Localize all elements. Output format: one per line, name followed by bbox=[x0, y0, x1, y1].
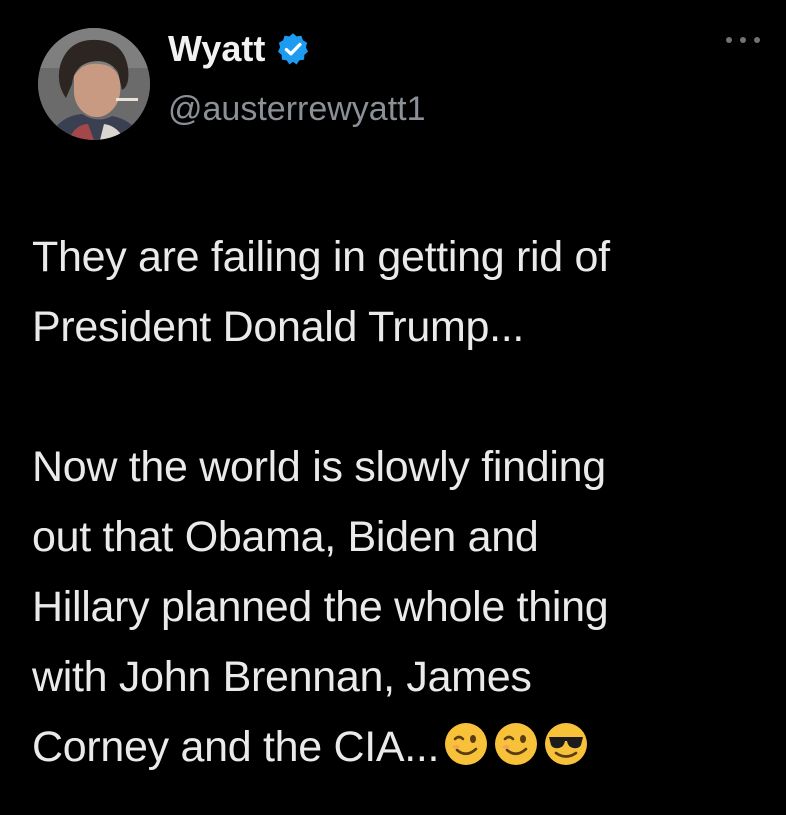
tweet-line: with John Brennan, James bbox=[32, 653, 532, 701]
dot bbox=[740, 37, 746, 43]
more-options-icon[interactable] bbox=[726, 30, 760, 50]
tweet-line: President Donald Trump... bbox=[32, 303, 525, 351]
author-info: Wyatt bbox=[168, 26, 311, 72]
tweet-card[interactable]: Wyatt @austerrewyatt1 They are failing i… bbox=[0, 0, 786, 815]
tweet-line: They are failing in getting rid of bbox=[32, 233, 610, 281]
avatar[interactable] bbox=[38, 28, 150, 140]
tweet-line: out that Obama, Biden and bbox=[32, 513, 539, 561]
dot bbox=[754, 37, 760, 43]
profile-photo bbox=[38, 28, 150, 140]
handle[interactable]: @austerrewyatt1 bbox=[168, 88, 426, 130]
verified-badge-icon bbox=[275, 31, 311, 67]
display-name[interactable]: Wyatt bbox=[168, 26, 265, 72]
tweet-line: Now the world is slowly finding bbox=[32, 443, 606, 491]
tweet-line-text: Corney and the CIA... bbox=[32, 723, 440, 771]
dot bbox=[726, 37, 732, 43]
winking-face-icon bbox=[493, 718, 539, 765]
tweet-text: They are failing in getting rid of Presi… bbox=[32, 222, 772, 782]
winking-face-icon bbox=[443, 718, 489, 765]
smiling-face-with-sunglasses-icon bbox=[543, 718, 589, 765]
tweet-line: Hillary planned the whole thing bbox=[32, 583, 609, 631]
tweet-line-last: Corney and the CIA... bbox=[32, 712, 772, 782]
